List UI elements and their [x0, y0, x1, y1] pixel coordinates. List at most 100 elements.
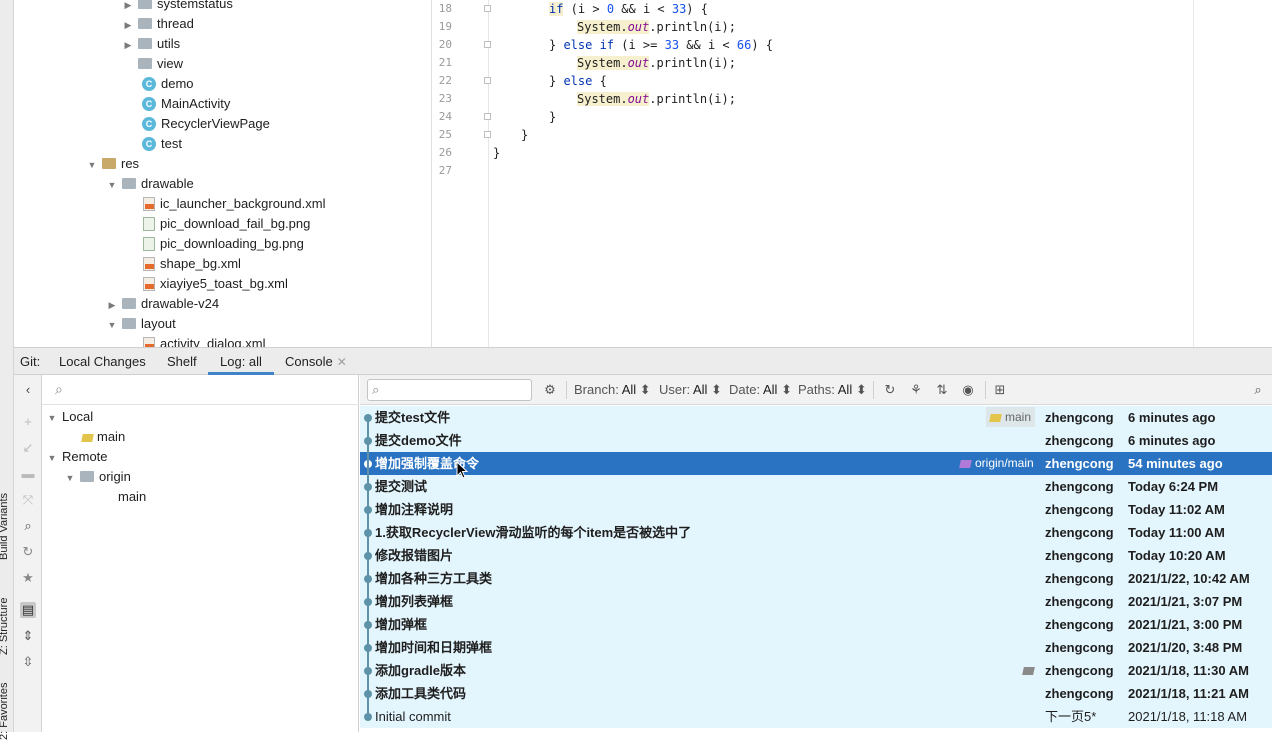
tree-node-activity-dialog[interactable]: activity_dialog.xml	[143, 334, 266, 347]
tree-node-test[interactable]: Ctest	[142, 134, 182, 154]
commit-row-selected[interactable]: 增加强制覆盖命令 origin/main zhengcong 54 minutes a…	[360, 452, 1272, 475]
merge-icon[interactable]: ⤧	[20, 492, 36, 508]
tree-node-label: thread	[157, 16, 194, 31]
tab-log[interactable]: Log: all	[208, 348, 274, 375]
expand-arrow-icon[interactable]: ▶	[122, 35, 134, 55]
tab-console-label: Console	[285, 354, 333, 369]
branch-origin-main[interactable]: main	[118, 487, 146, 507]
refresh-icon[interactable]: ↻	[881, 381, 899, 399]
tree-node-layout[interactable]: ▼ layout	[106, 314, 176, 334]
search-icon[interactable]: ⌕	[20, 518, 36, 534]
expand-all-icon[interactable]: ⇕	[20, 628, 36, 644]
delete-icon[interactable]: ▬	[20, 466, 36, 482]
checkout-icon[interactable]: ↙	[20, 440, 36, 456]
add-icon[interactable]: +	[20, 414, 36, 430]
collapse-arrow-icon[interactable]: ▼	[106, 175, 118, 195]
line-number: 20	[438, 38, 452, 51]
collapse-arrow-icon[interactable]: ▼	[46, 408, 58, 428]
build-variants-tab[interactable]: Build Variants	[0, 493, 10, 560]
image-file-icon	[143, 216, 155, 231]
commit-author: zhengcong	[1045, 502, 1114, 517]
collapse-all-icon[interactable]: ⇳	[20, 654, 36, 670]
tree-node-thread[interactable]: ▶ thread	[122, 14, 194, 34]
sort-icon[interactable]: ⇅	[933, 381, 951, 399]
commit-author: zhengcong	[1045, 525, 1114, 540]
commit-row[interactable]: 1.获取RecyclerView滑动监听的每个item是否被选中了 zhengco…	[360, 521, 1272, 544]
tree-node-drawable-v24[interactable]: ▶ drawable-v24	[106, 294, 220, 315]
tree-node-recyclerviewpage[interactable]: C RecyclerViewPage	[142, 114, 270, 134]
expand-arrow-icon[interactable]: ▶	[106, 295, 118, 315]
commit-row[interactable]: 提交test文件 main zhengcong 6 minutes ago	[360, 406, 1272, 429]
collapse-arrow-icon[interactable]: ▼	[46, 448, 58, 468]
collapse-arrow-icon[interactable]: ▼	[106, 315, 118, 335]
commit-row[interactable]: 添加gradle版本 zhengcong 2021/1/18, 11:30 AM	[360, 659, 1272, 682]
search-icon[interactable]: ⌕	[1249, 381, 1267, 399]
structure-tab[interactable]: Z: Structure	[0, 598, 10, 655]
log-search-input[interactable]: ⌕	[367, 379, 532, 401]
close-icon[interactable]: ✕	[337, 355, 347, 369]
tree-node-utils[interactable]: ▶ utils	[122, 34, 181, 55]
commit-row[interactable]: 提交demo文件 zhengcong 6 minutes ago	[360, 429, 1272, 452]
tag-icon	[1022, 659, 1038, 682]
branch-local-main[interactable]: main	[81, 427, 125, 447]
commit-row[interactable]: 增加时间和日期弹框 zhengcong 2021/1/20, 3:48 PM	[360, 636, 1272, 659]
tab-local-changes[interactable]: Local Changes	[59, 348, 146, 375]
tree-node-ic-launcher-background[interactable]: ic_launcher_background.xml	[143, 194, 325, 214]
branch-group-local[interactable]: ▼ Local	[46, 407, 94, 428]
branches-panel-icon[interactable]: ▤	[20, 602, 36, 618]
commit-row[interactable]: 修改报错图片 zhengcong Today 10:20 AM	[360, 544, 1272, 567]
commit-row[interactable]: 增加列表弹框 zhengcong 2021/1/21, 3:07 PM	[360, 590, 1272, 613]
line-number: 18	[438, 2, 452, 15]
commit-date: 2021/1/18, 11:21 AM	[1128, 686, 1249, 701]
branch-group-remote[interactable]: ▼ Remote	[46, 447, 108, 467]
tree-node-xiayiye5-toast-bg[interactable]: xiayiye5_toast_bg.xml	[143, 274, 288, 294]
code-editor[interactable]: if (i > 0 && i < 33) { System.out.printl…	[490, 0, 1193, 347]
collapse-arrow-icon[interactable]: ▼	[86, 155, 98, 175]
tab-console[interactable]: Console ✕	[285, 348, 347, 375]
tree-node-label: MainActivity	[161, 96, 231, 111]
settings-gear-icon[interactable]: ⚙	[541, 381, 559, 399]
filter-paths[interactable]: Paths: All ⬍	[798, 382, 867, 398]
commit-row[interactable]: 增加各种三方工具类 zhengcong 2021/1/22, 10:42 AM	[360, 567, 1272, 590]
commit-row[interactable]: Initial commit 下一页5* 2021/1/18, 11:18 AM	[360, 705, 1272, 728]
commit-row[interactable]: 提交测试 zhengcong Today 6:24 PM	[360, 475, 1272, 498]
tab-shelf[interactable]: Shelf	[167, 348, 197, 375]
tree-node-demo[interactable]: Cdemo	[142, 74, 194, 94]
commit-message: 增加各种三方工具类	[375, 571, 493, 586]
dropdown-icon: ⬍	[711, 382, 722, 397]
tree-node-systemstatus[interactable]: ▶ systemstatus	[122, 0, 233, 14]
favorites-tab[interactable]: 2: Favorites	[0, 683, 10, 740]
line-number: 26	[438, 146, 452, 159]
tree-node-drawable[interactable]: ▼ drawable	[106, 174, 194, 194]
expand-arrow-icon[interactable]: ▶	[122, 0, 134, 15]
star-icon[interactable]: ★	[20, 570, 36, 586]
eye-icon[interactable]: ◉	[959, 381, 977, 399]
tree-node-pic-downloading[interactable]: pic_downloading_bg.png	[143, 234, 304, 254]
back-arrow-icon[interactable]: ‹	[20, 382, 36, 398]
collapse-arrow-icon[interactable]: ▼	[64, 468, 76, 488]
commit-row[interactable]: 增加注释说明 zhengcong Today 11:02 AM	[360, 498, 1272, 521]
tree-node-mainactivity[interactable]: C MainActivity	[142, 94, 230, 114]
class-icon: C	[142, 96, 156, 111]
search-icon: ⌕	[55, 381, 63, 397]
filter-user[interactable]: User: All ⬍	[659, 382, 722, 398]
filter-branch[interactable]: Branch: All ⬍	[574, 382, 651, 398]
line-number: 27	[438, 164, 452, 177]
new-tab-icon[interactable]: ⊞	[991, 381, 1009, 399]
remote-branch-tag-icon	[959, 459, 972, 468]
folder-icon	[122, 178, 136, 190]
class-icon: C	[142, 76, 156, 91]
expand-arrow-icon[interactable]: ▶	[122, 15, 134, 35]
tree-node-shape-bg[interactable]: shape_bg.xml	[143, 254, 241, 274]
tree-node-res[interactable]: ▼ res	[86, 154, 140, 175]
branch-remote-origin[interactable]: ▼ origin	[64, 467, 131, 487]
branch-search-field[interactable]: ⌕	[42, 375, 359, 405]
refresh-icon[interactable]: ↻	[20, 544, 36, 560]
commit-row[interactable]: 增加弹框 zhengcong 2021/1/21, 3:00 PM	[360, 613, 1272, 636]
filter-date[interactable]: Date: All ⬍	[729, 382, 792, 398]
cherry-pick-icon[interactable]: ⚘	[907, 381, 925, 399]
commit-row[interactable]: 添加工具类代码 zhengcong 2021/1/18, 11:21 AM	[360, 682, 1272, 705]
tree-node-view[interactable]: view	[138, 54, 183, 74]
commit-list: 提交test文件 main zhengcong 6 minutes ago 提交dem…	[360, 406, 1272, 732]
tree-node-pic-download-fail[interactable]: pic_download_fail_bg.png	[143, 214, 310, 234]
